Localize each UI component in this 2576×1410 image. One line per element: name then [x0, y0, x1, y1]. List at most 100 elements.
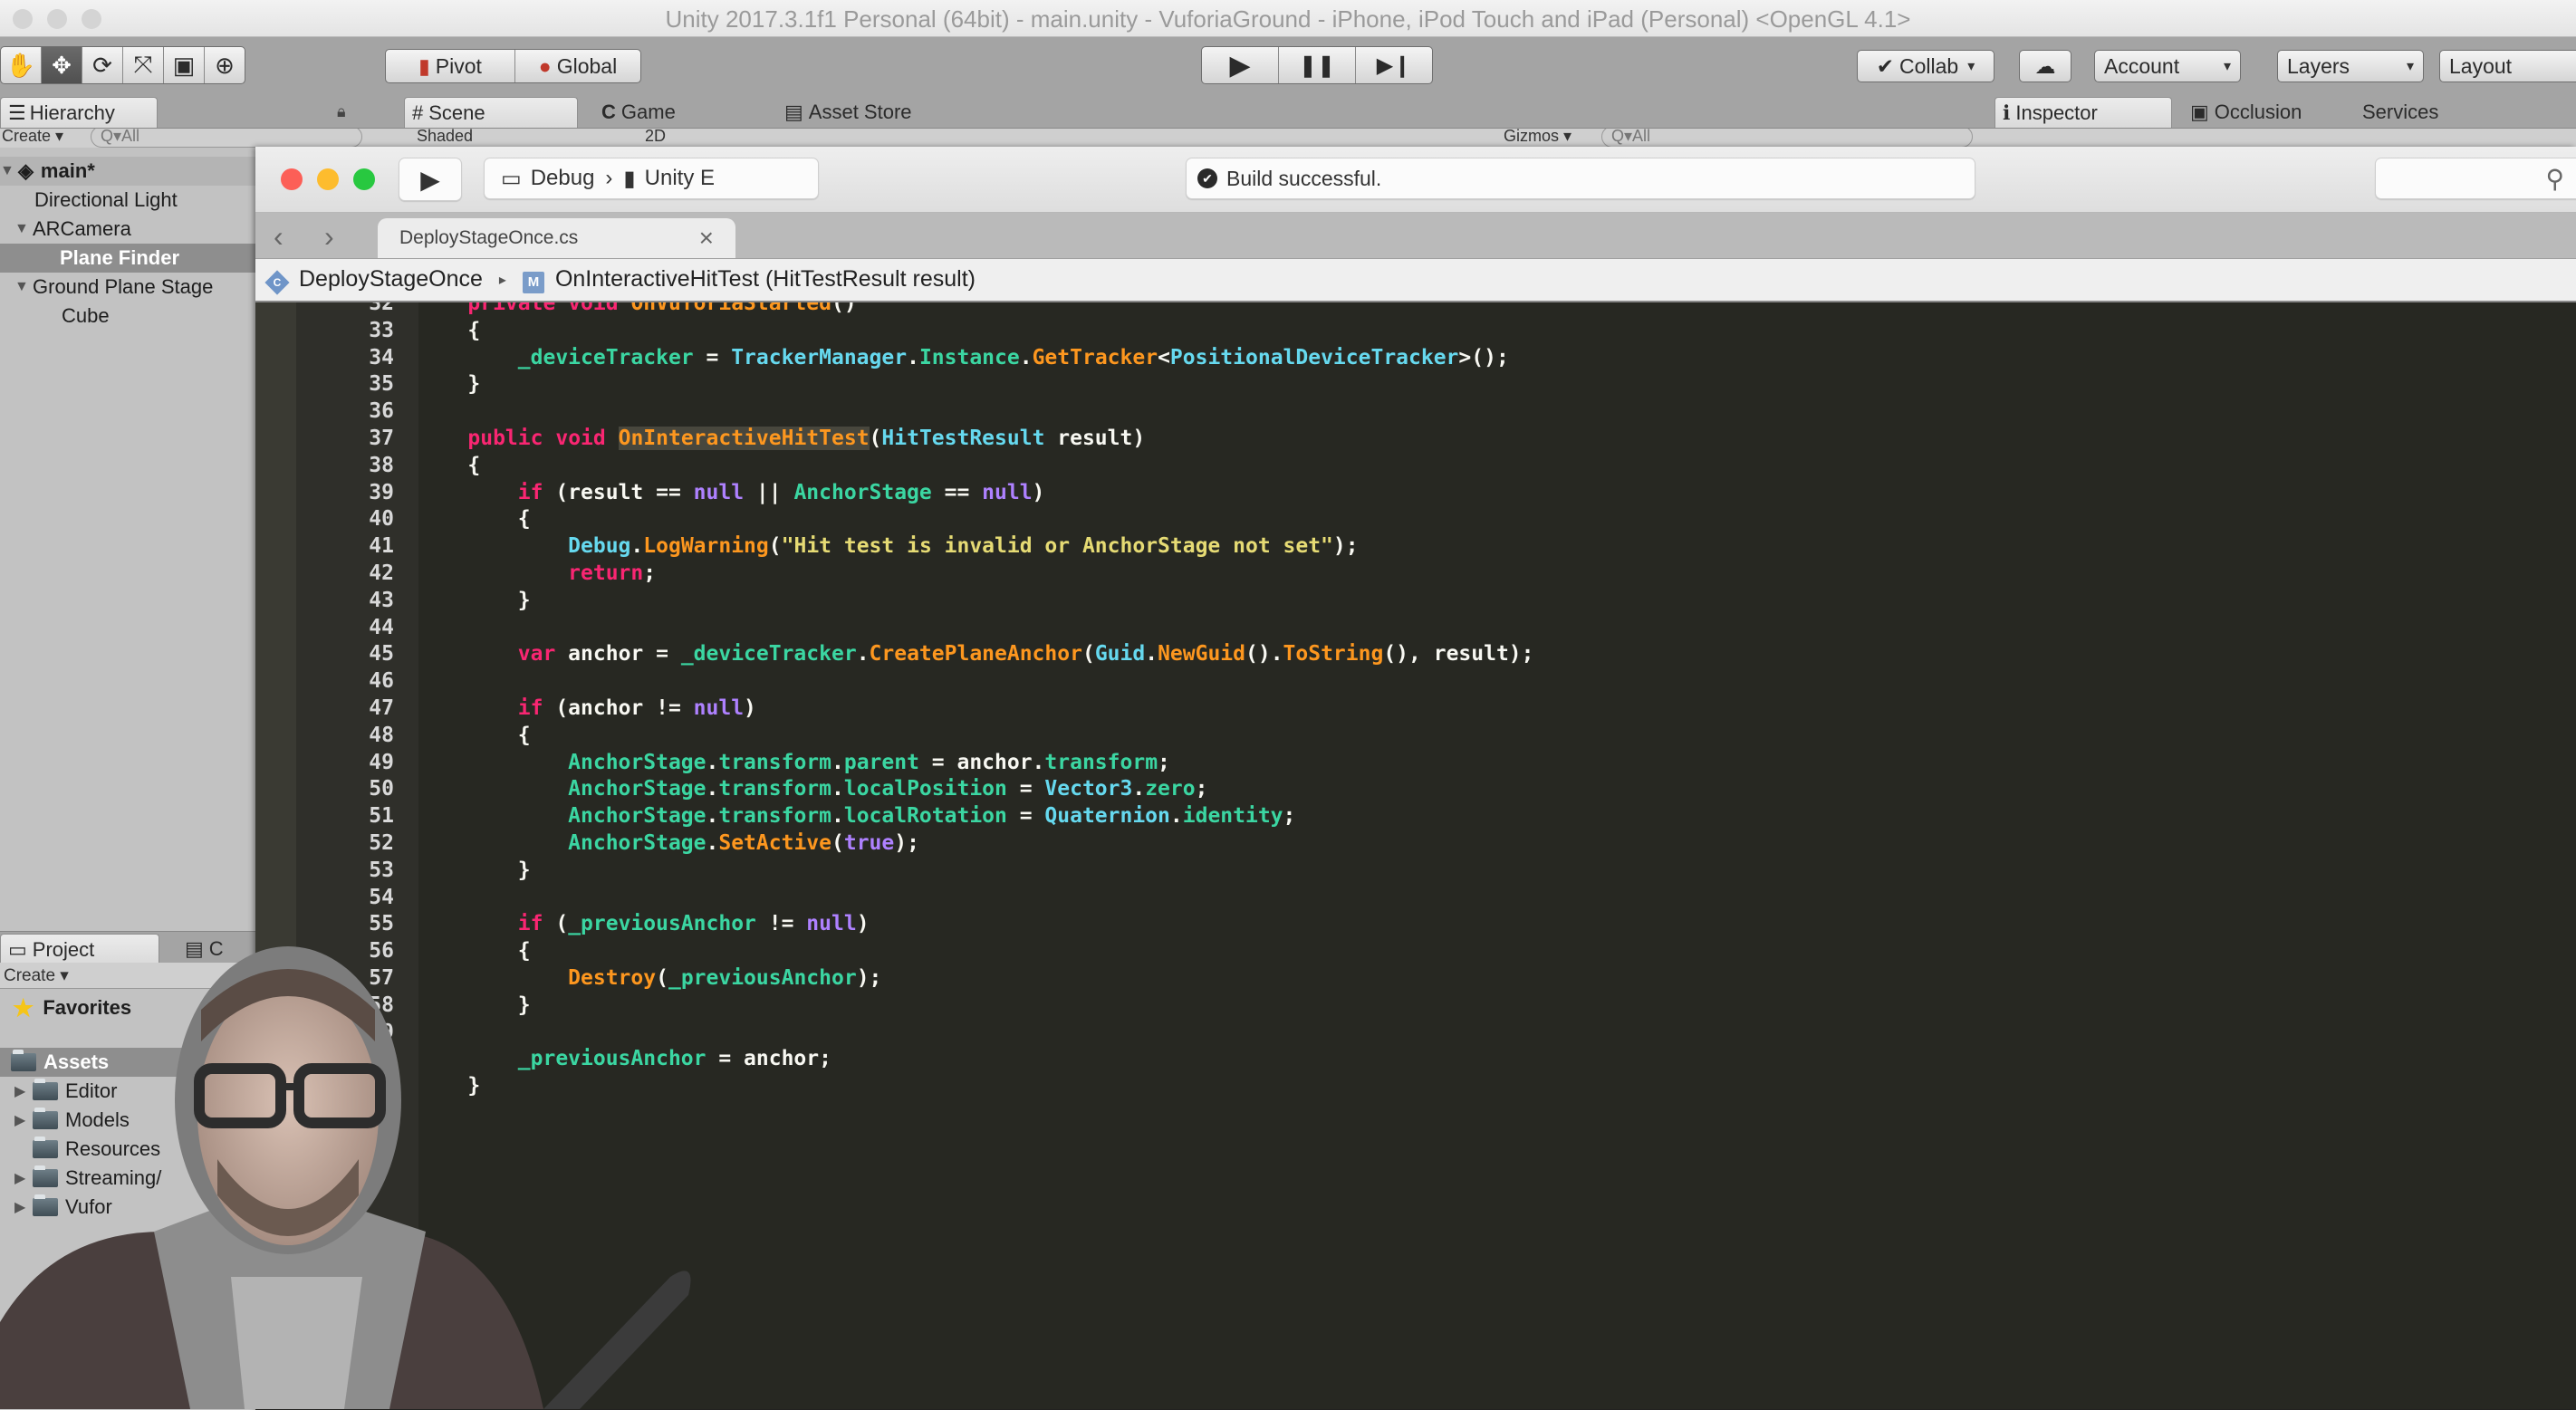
rotate-tool-button[interactable]: ⟳ [82, 47, 123, 83]
transform-tool-button[interactable]: ⊕ [205, 47, 245, 83]
assets-row[interactable]: Assets [0, 1048, 255, 1077]
code-line[interactable]: { [418, 317, 480, 344]
project-toolbar: Create ▾ [0, 963, 255, 989]
pause-button[interactable]: ❚❚ [1279, 47, 1356, 83]
code-line[interactable]: Debug.LogWarning("Hit test is invalid or… [418, 532, 1358, 560]
code-area[interactable]: 32 private void OnVuforiaStarted() 33 {34… [255, 302, 2576, 1409]
hierarchy-scene-row[interactable]: ▼ ◈ main* [0, 157, 255, 186]
folder-item[interactable]: Resources [0, 1135, 255, 1164]
collab-dropdown[interactable]: ✔ Collab [1857, 50, 1994, 82]
code-line[interactable]: { [418, 505, 531, 532]
code-line[interactable]: { [418, 722, 531, 749]
breadcrumb: C DeployStageOnce ▸ M OnInteractiveHitTest… [255, 259, 2576, 302]
hierarchy-item-selected[interactable]: Plane Finder [0, 244, 255, 273]
nav-back-button[interactable]: ‹ [274, 220, 284, 254]
tab-project[interactable]: ▭ Project [0, 934, 159, 964]
code-line[interactable]: } [418, 370, 480, 398]
lock-icon[interactable]: 🔒︎ [337, 102, 346, 121]
code-line[interactable]: } [418, 587, 531, 614]
expand-triangle-icon: ▼ [0, 163, 14, 178]
code-line[interactable]: return; [418, 560, 656, 587]
move-tool-button[interactable]: ✥ [42, 47, 82, 83]
hierarchy-item[interactable]: Directional Light [0, 186, 255, 215]
code-line[interactable]: { [418, 937, 531, 964]
expand-triangle-icon: ▶ [14, 1200, 26, 1215]
account-dropdown[interactable]: Account [2094, 50, 2241, 82]
code-line[interactable]: { [418, 452, 480, 479]
line-number: 47 [369, 696, 394, 720]
cloud-button[interactable]: ☁ [2019, 50, 2071, 82]
editor-search-input[interactable]: ⚲ [2375, 158, 2576, 199]
tab-asset-store[interactable]: ▤ Asset Store [777, 97, 976, 128]
code-line[interactable]: if (anchor != null) [418, 695, 756, 722]
tab-occlusion[interactable]: ▣ Occlusion [2183, 97, 2355, 128]
close-tab-icon[interactable]: × [699, 224, 714, 253]
step-button[interactable]: ▶❙ [1356, 47, 1432, 83]
tab-services[interactable]: Services [2355, 97, 2491, 128]
folder-item[interactable]: ▶ Vufor [0, 1193, 255, 1222]
code-line[interactable]: AnchorStage.transform.parent = anchor.tr… [418, 749, 1170, 776]
list-icon: ☰ [8, 101, 26, 124]
folder-icon [33, 1079, 58, 1100]
play-button[interactable]: ▶ [1202, 47, 1279, 83]
code-line[interactable]: if (result == null || AnchorStage == nul… [418, 479, 1045, 506]
scene-search-input[interactable]: Q▾All [1601, 129, 1973, 148]
code-line[interactable]: AnchorStage.transform.localRotation = Qu… [418, 802, 1295, 830]
code-line[interactable]: private void OnVuforiaStarted() [418, 302, 856, 317]
code-line[interactable]: } [418, 1072, 480, 1099]
tab-console[interactable]: ▤ C [178, 934, 250, 964]
scale-icon: ⤧ [133, 51, 153, 78]
run-button[interactable]: ▶ [399, 158, 462, 201]
code-line[interactable]: AnchorStage.SetActive(true); [418, 830, 919, 857]
nav-forward-button[interactable]: › [324, 220, 334, 254]
code-line[interactable]: _deviceTracker = TrackerManager.Instance… [418, 344, 1509, 371]
hierarchy-item[interactable]: ▼ Ground Plane Stage [0, 273, 255, 302]
editor-close-button[interactable] [281, 168, 303, 190]
scale-tool-button[interactable]: ⤧ [123, 47, 164, 83]
code-line[interactable]: Destroy(_previousAnchor); [418, 964, 881, 992]
hierarchy-item[interactable]: ▼ ARCamera [0, 215, 255, 244]
layout-dropdown[interactable]: Layout [2439, 50, 2576, 82]
layers-dropdown[interactable]: Layers [2277, 50, 2424, 82]
project-create-button[interactable]: Create ▾ [4, 965, 69, 986]
code-line[interactable]: var anchor = _deviceTracker.CreatePlaneA… [418, 640, 1534, 667]
shading-mode-dropdown[interactable]: Shaded [417, 129, 473, 146]
breadcrumb-method[interactable]: M OnInteractiveHitTest (HitTestResult res… [522, 266, 976, 293]
gizmos-dropdown[interactable]: Gizmos ▾ [1504, 129, 1572, 146]
code-line[interactable]: } [418, 992, 531, 1019]
pivot-global-group: ▮ Pivot ● Global [385, 49, 641, 83]
hierarchy-search-input[interactable]: Q▾All [91, 129, 362, 148]
line-number: 54 [369, 885, 394, 909]
tab-game[interactable]: C Game [594, 97, 730, 128]
line-number: 32 [369, 302, 394, 315]
line-number: 36 [369, 399, 394, 424]
2d-toggle[interactable]: 2D [645, 129, 666, 146]
code-line[interactable]: if (_previousAnchor != null) [418, 910, 870, 937]
hierarchy-item[interactable]: Cube [0, 302, 255, 331]
global-button[interactable]: ● Global [515, 50, 640, 82]
breadcrumb-class[interactable]: C DeployStageOnce [264, 266, 483, 295]
hand-tool-button[interactable]: ✋ [1, 47, 42, 83]
tab-inspector[interactable]: ℹ Inspector [1994, 97, 2172, 128]
star-icon: ★ [13, 993, 34, 1022]
folder-item[interactable]: ▶ Models [0, 1106, 255, 1135]
hierarchy-create-button[interactable]: Create ▾ [2, 129, 63, 146]
pivot-button[interactable]: ▮ Pivot [386, 50, 515, 82]
editor-zoom-button[interactable] [353, 168, 375, 190]
code-editor-window: ▶ ▭ Debug › ▮ Unity E ✔ Build successful… [255, 147, 2576, 1409]
folder-item[interactable]: ▶ Editor [0, 1077, 255, 1106]
editor-minimize-button[interactable] [317, 168, 339, 190]
favorites-row[interactable]: ★ Favorites [0, 993, 255, 1022]
configuration-selector[interactable]: ▭ Debug › ▮ Unity E [484, 158, 819, 199]
tab-hierarchy[interactable]: ☰ Hierarchy [0, 97, 158, 128]
tab-scene[interactable]: # Scene [404, 97, 578, 128]
line-number: 57 [369, 966, 394, 990]
code-line[interactable]: } [418, 857, 531, 884]
folder-item[interactable]: ▶ Streaming/ [0, 1164, 255, 1193]
code-line[interactable]: public void OnInteractiveHitTest(HitTest… [418, 425, 1145, 452]
rect-tool-button[interactable]: ▣ [164, 47, 205, 83]
line-number: 40 [369, 507, 394, 532]
file-tab-deploystageonce[interactable]: DeployStageOnce.cs × [378, 218, 735, 258]
code-line[interactable]: _previousAnchor = anchor; [418, 1045, 831, 1072]
code-line[interactable]: AnchorStage.transform.localPosition = Ve… [418, 775, 1207, 802]
